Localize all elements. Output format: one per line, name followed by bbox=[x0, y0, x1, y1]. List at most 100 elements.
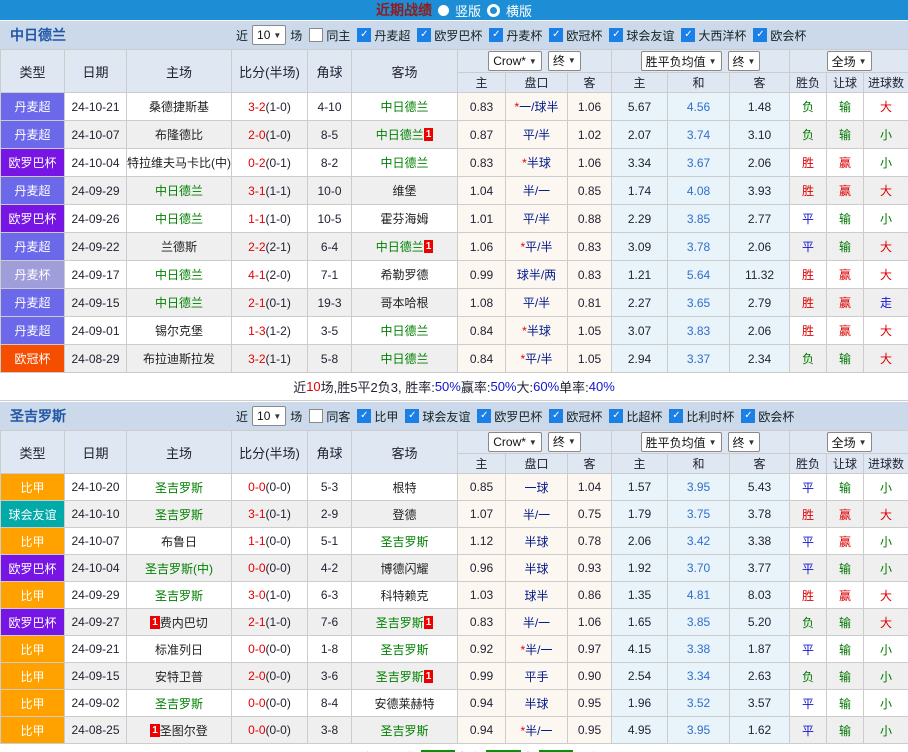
wdl-average-select[interactable]: 胜平负均值▼ bbox=[641, 432, 722, 452]
league-filter-checkbox[interactable]: ✓ bbox=[357, 409, 371, 423]
league-filter-checkbox[interactable]: ✓ bbox=[477, 409, 491, 423]
recent-count-select[interactable]: 10▼ bbox=[252, 406, 286, 426]
avg-draw-odds: 4.56 bbox=[668, 93, 730, 121]
result-goals: 小 bbox=[864, 636, 908, 663]
team-name: 圣吉罗斯 bbox=[0, 406, 235, 426]
scope-select[interactable]: 全场▼ bbox=[827, 432, 872, 452]
avg-draw-odds-link[interactable]: 4.81 bbox=[687, 588, 710, 602]
handicap-label: 半/一 bbox=[523, 508, 550, 522]
home-odds: 1.06 bbox=[458, 233, 506, 261]
summary-row: 近10场,胜5平2负3, 胜率:50% 赢率:50% 大:60% 单率:40% bbox=[0, 373, 908, 401]
avg-draw-odds-link[interactable]: 3.85 bbox=[687, 615, 710, 629]
result-handicap: 输 bbox=[827, 663, 864, 690]
result-wdl: 平 bbox=[790, 717, 827, 744]
same-venue-label: 同客 bbox=[326, 408, 350, 425]
avg-draw-odds-link[interactable]: 3.95 bbox=[687, 723, 710, 737]
avg-lose-odds: 2.63 bbox=[730, 663, 790, 690]
avg-draw-odds-link[interactable]: 3.38 bbox=[687, 642, 710, 656]
avg-draw-odds-link[interactable]: 5.64 bbox=[687, 268, 710, 282]
wdl-average-select[interactable]: 胜平负均值▼ bbox=[641, 51, 722, 71]
avg-draw-odds-link[interactable]: 3.52 bbox=[687, 696, 710, 710]
scope-select[interactable]: 全场▼ bbox=[827, 51, 872, 71]
full-time-score: 3-1 bbox=[248, 184, 265, 198]
match-score: 1-1(1-0) bbox=[232, 205, 308, 233]
league-filter-checkbox[interactable]: ✓ bbox=[417, 28, 431, 42]
league-filter-checkbox[interactable]: ✓ bbox=[669, 409, 683, 423]
dropdown-arrow-icon: ▼ bbox=[748, 438, 756, 447]
league-filter-checkbox[interactable]: ✓ bbox=[681, 28, 695, 42]
avg-win-odds: 1.57 bbox=[612, 474, 668, 501]
same-venue-checkbox[interactable] bbox=[309, 409, 323, 423]
result-wdl: 胜 bbox=[790, 177, 827, 205]
home-team: 中日德兰 bbox=[127, 289, 232, 317]
avg-lose-odds: 2.34 bbox=[730, 345, 790, 373]
corner-score: 3-8 bbox=[308, 717, 352, 744]
league-filter-checkbox[interactable]: ✓ bbox=[609, 409, 623, 423]
away-odds: 0.93 bbox=[568, 555, 612, 582]
league-badge: 欧罗巴杯 bbox=[1, 149, 65, 177]
odds-company-select[interactable]: Crow*▼ bbox=[488, 51, 542, 71]
full-time-score: 3-2 bbox=[248, 100, 265, 114]
avg-draw-odds: 3.38 bbox=[668, 636, 730, 663]
home-odds: 1.12 bbox=[458, 528, 506, 555]
red-card-badge: 1 bbox=[424, 616, 434, 629]
avg-draw-odds-link[interactable]: 3.37 bbox=[687, 352, 710, 366]
avg-draw-odds-link[interactable]: 3.78 bbox=[687, 240, 710, 254]
avg-draw-odds-link[interactable]: 3.42 bbox=[687, 534, 710, 548]
final-wdl-select[interactable]: 终▼ bbox=[728, 51, 761, 71]
league-filter-label: 欧罗巴杯 bbox=[494, 408, 542, 425]
avg-draw-odds-link[interactable]: 3.34 bbox=[687, 669, 710, 683]
avg-draw-odds-link[interactable]: 4.08 bbox=[687, 184, 710, 198]
league-filter-checkbox[interactable]: ✓ bbox=[753, 28, 767, 42]
filter-bar: 近10▼场同客✓比甲✓球会友谊✓欧罗巴杯✓欧冠杯✓比超杯✓比利时杯✓欧会杯 bbox=[235, 406, 795, 426]
handicap-label: 平/半 bbox=[525, 352, 552, 366]
column-header: 主场 bbox=[127, 50, 232, 93]
avg-draw-odds-link[interactable]: 3.74 bbox=[687, 128, 710, 142]
vertical-layout-radio[interactable] bbox=[438, 5, 449, 16]
odds-company-select[interactable]: Crow*▼ bbox=[488, 432, 542, 452]
half-time-score: (0-0) bbox=[266, 561, 291, 575]
avg-lose-odds: 1.48 bbox=[730, 93, 790, 121]
league-filter-checkbox[interactable]: ✓ bbox=[549, 28, 563, 42]
avg-draw-odds-link[interactable]: 3.85 bbox=[687, 212, 710, 226]
match-date: 24-09-29 bbox=[65, 177, 127, 205]
result-handicap: 输 bbox=[827, 609, 864, 636]
team-label: 中日德兰 bbox=[380, 324, 428, 338]
avg-draw-odds-link[interactable]: 3.70 bbox=[687, 561, 710, 575]
final-odds-select[interactable]: 终▼ bbox=[548, 51, 581, 71]
league-filter-checkbox[interactable]: ✓ bbox=[357, 28, 371, 42]
league-filter-label: 球会友谊 bbox=[626, 27, 674, 44]
result-wdl: 胜 bbox=[790, 501, 827, 528]
handicap-label: 一/球半 bbox=[519, 100, 558, 114]
match-row: 丹麦超24-10-07布隆德比2-0(1-0)8-5中日德兰10.87平/半1.… bbox=[1, 121, 908, 149]
final-wdl-select[interactable]: 终▼ bbox=[728, 432, 761, 452]
team-label: 圣吉罗斯 bbox=[376, 616, 424, 630]
home-odds: 0.83 bbox=[458, 609, 506, 636]
recent-count-select[interactable]: 10▼ bbox=[252, 25, 286, 45]
horizontal-layout-radio[interactable] bbox=[487, 4, 500, 17]
match-date: 24-09-02 bbox=[65, 690, 127, 717]
avg-lose-odds: 2.79 bbox=[730, 289, 790, 317]
league-filter-checkbox[interactable]: ✓ bbox=[549, 409, 563, 423]
league-filter-checkbox[interactable]: ✓ bbox=[405, 409, 419, 423]
avg-win-odds: 1.21 bbox=[612, 261, 668, 289]
match-row: 球会友谊24-10-10圣吉罗斯3-1(0-1)2-9登德1.07半/一0.75… bbox=[1, 501, 908, 528]
avg-draw-odds-link[interactable]: 4.56 bbox=[687, 100, 710, 114]
dropdown-arrow-icon: ▼ bbox=[568, 437, 576, 446]
avg-draw-odds-link[interactable]: 3.83 bbox=[687, 324, 710, 338]
same-venue-checkbox[interactable] bbox=[309, 28, 323, 42]
final-odds-select[interactable]: 终▼ bbox=[548, 432, 581, 452]
sub-column-header: 客 bbox=[568, 454, 612, 474]
result-handicap: 输 bbox=[827, 93, 864, 121]
avg-draw-odds-link[interactable]: 3.67 bbox=[687, 156, 710, 170]
league-filter-checkbox[interactable]: ✓ bbox=[741, 409, 755, 423]
league-filter-checkbox[interactable]: ✓ bbox=[609, 28, 623, 42]
half-time-score: (0-0) bbox=[266, 642, 291, 656]
full-time-score: 0-0 bbox=[248, 480, 265, 494]
avg-draw-odds-link[interactable]: 3.75 bbox=[687, 507, 710, 521]
league-filter-checkbox[interactable]: ✓ bbox=[489, 28, 503, 42]
avg-draw-odds-link[interactable]: 3.95 bbox=[687, 480, 710, 494]
avg-draw-odds-link[interactable]: 3.65 bbox=[687, 296, 710, 310]
handicap-cell: 球半 bbox=[506, 582, 568, 609]
league-filter-label: 比超杯 bbox=[626, 408, 662, 425]
